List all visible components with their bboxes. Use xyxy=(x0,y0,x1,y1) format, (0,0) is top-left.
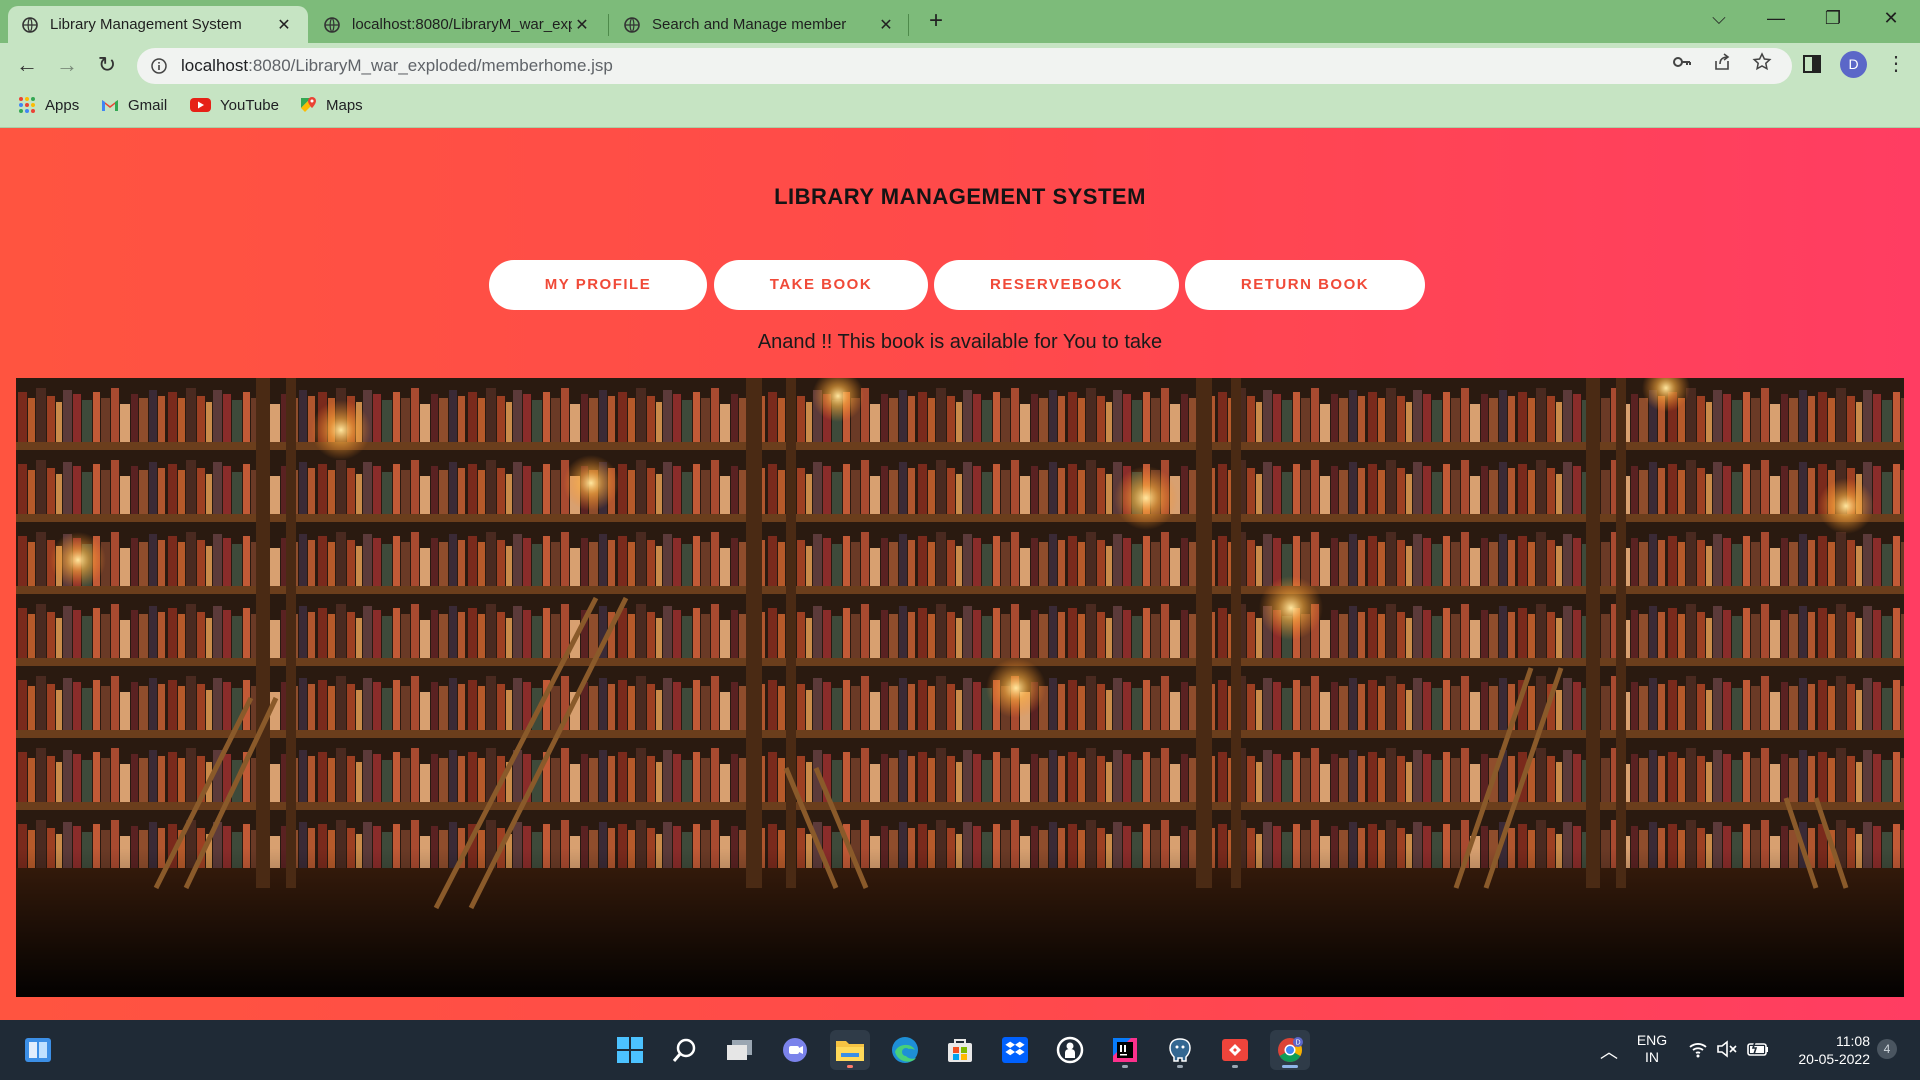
bookmark-label: Maps xyxy=(326,96,363,114)
globe-icon xyxy=(624,16,640,33)
maps-pin-icon xyxy=(301,97,316,112)
bookmark-star-icon[interactable] xyxy=(1752,52,1772,72)
tab-separator xyxy=(908,14,909,36)
return-book-button[interactable]: RETURN BOOK xyxy=(1185,260,1425,310)
bookmarks-bar: Apps Gmail YouTube Maps xyxy=(0,88,1920,128)
bookmark-label: Apps xyxy=(45,96,80,114)
page-content: LIBRARY MANAGEMENT SYSTEM MY PROFILE TAK… xyxy=(0,128,1920,1020)
running-indicator xyxy=(1122,1065,1128,1068)
file-explorer-icon[interactable] xyxy=(830,1030,870,1070)
tab-search-chevron-icon[interactable]: ⌵ xyxy=(1704,8,1734,29)
back-arrow-icon[interactable]: ← xyxy=(13,51,41,79)
profile-avatar[interactable]: D xyxy=(1840,51,1867,78)
site-info-icon[interactable] xyxy=(151,58,167,74)
region-code: IN xyxy=(1645,1049,1659,1065)
bookmark-youtube[interactable]: YouTube xyxy=(190,96,279,114)
tab-title: Library Management System xyxy=(50,16,242,33)
globe-icon xyxy=(324,16,340,33)
tab-close-icon[interactable]: ✕ xyxy=(572,15,592,35)
edge-icon[interactable] xyxy=(885,1030,925,1070)
url-text: localhost:8080/LibraryM_war_exploded/mem… xyxy=(181,56,613,76)
tab-library-management[interactable]: Library Management System ✕ xyxy=(8,6,308,43)
browser-tab-strip: Library Management System ✕ localhost:80… xyxy=(0,0,1920,43)
intellij-icon[interactable] xyxy=(1105,1030,1145,1070)
svg-text:D: D xyxy=(1295,1040,1300,1047)
my-profile-button[interactable]: MY PROFILE xyxy=(489,260,707,310)
running-indicator xyxy=(1282,1065,1298,1068)
side-panel-icon[interactable] xyxy=(1801,53,1823,75)
gmail-icon xyxy=(102,100,118,111)
tab-localhost[interactable]: localhost:8080/LibraryM_war_exp ✕ xyxy=(310,6,606,43)
battery-charging-icon[interactable] xyxy=(1746,1040,1770,1058)
search-icon[interactable] xyxy=(665,1030,705,1070)
tab-title: localhost:8080/LibraryM_war_exp xyxy=(352,16,572,33)
windows-taskbar: D ︿ ENG IN 11:08 20-05-2022 4 xyxy=(0,1020,1920,1080)
bookmark-gmail[interactable]: Gmail xyxy=(101,96,167,114)
widgets-icon[interactable] xyxy=(18,1030,58,1070)
running-indicator xyxy=(847,1065,853,1068)
url-path: :8080/LibraryM_war_exploded/memberhome.j… xyxy=(248,56,613,75)
restore-icon[interactable]: ❐ xyxy=(1818,8,1848,29)
bookmark-maps[interactable]: Maps xyxy=(299,96,363,114)
clock[interactable]: 11:08 20-05-2022 xyxy=(1782,1032,1870,1068)
task-view-icon[interactable] xyxy=(720,1030,760,1070)
share-icon[interactable] xyxy=(1712,52,1732,72)
github-desktop-icon[interactable] xyxy=(1050,1030,1090,1070)
postgresql-icon[interactable] xyxy=(1160,1030,1200,1070)
browser-toolbar: ← → ↻ localhost:8080/LibraryM_war_explod… xyxy=(0,43,1920,88)
show-hidden-icons-chevron[interactable]: ︿ xyxy=(1600,1038,1618,1064)
running-indicator xyxy=(1232,1065,1238,1068)
microsoft-store-icon[interactable] xyxy=(940,1030,980,1070)
menu-kebab-icon[interactable]: ⋮ xyxy=(1886,51,1906,76)
status-message: Anand !! This book is available for You … xyxy=(757,331,1163,353)
teams-chat-icon[interactable] xyxy=(775,1030,815,1070)
new-tab-plus-icon[interactable]: + xyxy=(922,8,950,36)
tab-separator xyxy=(608,14,609,36)
bookmark-label: Gmail xyxy=(128,96,168,114)
page-title: LIBRARY MANAGEMENT SYSTEM xyxy=(774,184,1146,209)
bookmark-label: YouTube xyxy=(220,96,279,114)
speaker-muted-icon[interactable] xyxy=(1716,1040,1738,1058)
reload-icon[interactable]: ↻ xyxy=(93,51,121,79)
apps-grid-icon xyxy=(19,97,35,113)
url-host: localhost xyxy=(181,56,249,75)
language-indicator[interactable]: ENG IN xyxy=(1636,1032,1668,1066)
bookmark-apps[interactable]: Apps xyxy=(18,96,79,114)
tab-close-icon[interactable]: ✕ xyxy=(876,15,896,35)
forward-arrow-icon[interactable]: → xyxy=(53,51,81,79)
library-hero-image xyxy=(16,378,1904,997)
address-bar[interactable]: localhost:8080/LibraryM_war_exploded/mem… xyxy=(137,48,1792,84)
clock-time: 11:08 xyxy=(1836,1033,1870,1049)
clock-date: 20-05-2022 xyxy=(1798,1051,1870,1067)
tab-title: Search and Manage member xyxy=(652,16,847,33)
dropbox-icon[interactable] xyxy=(995,1030,1035,1070)
chrome-icon[interactable]: D xyxy=(1270,1030,1310,1070)
close-window-icon[interactable]: ✕ xyxy=(1876,8,1906,29)
start-icon[interactable] xyxy=(610,1030,650,1070)
reserve-book-button[interactable]: RESERVEBOOK xyxy=(934,260,1179,310)
tab-search-manage-member[interactable]: Search and Manage member ✕ xyxy=(610,6,910,43)
tab-close-icon[interactable]: ✕ xyxy=(274,15,294,35)
minimize-icon[interactable]: — xyxy=(1761,8,1791,29)
globe-icon xyxy=(22,16,38,33)
wifi-icon[interactable] xyxy=(1688,1040,1708,1058)
youtube-icon xyxy=(190,98,211,112)
take-book-button[interactable]: TAKE BOOK xyxy=(714,260,928,310)
anydesk-icon[interactable] xyxy=(1215,1030,1255,1070)
key-icon[interactable] xyxy=(1672,52,1692,72)
language-code: ENG xyxy=(1636,1032,1668,1048)
notification-badge[interactable]: 4 xyxy=(1877,1039,1897,1059)
running-indicator xyxy=(1177,1065,1183,1068)
